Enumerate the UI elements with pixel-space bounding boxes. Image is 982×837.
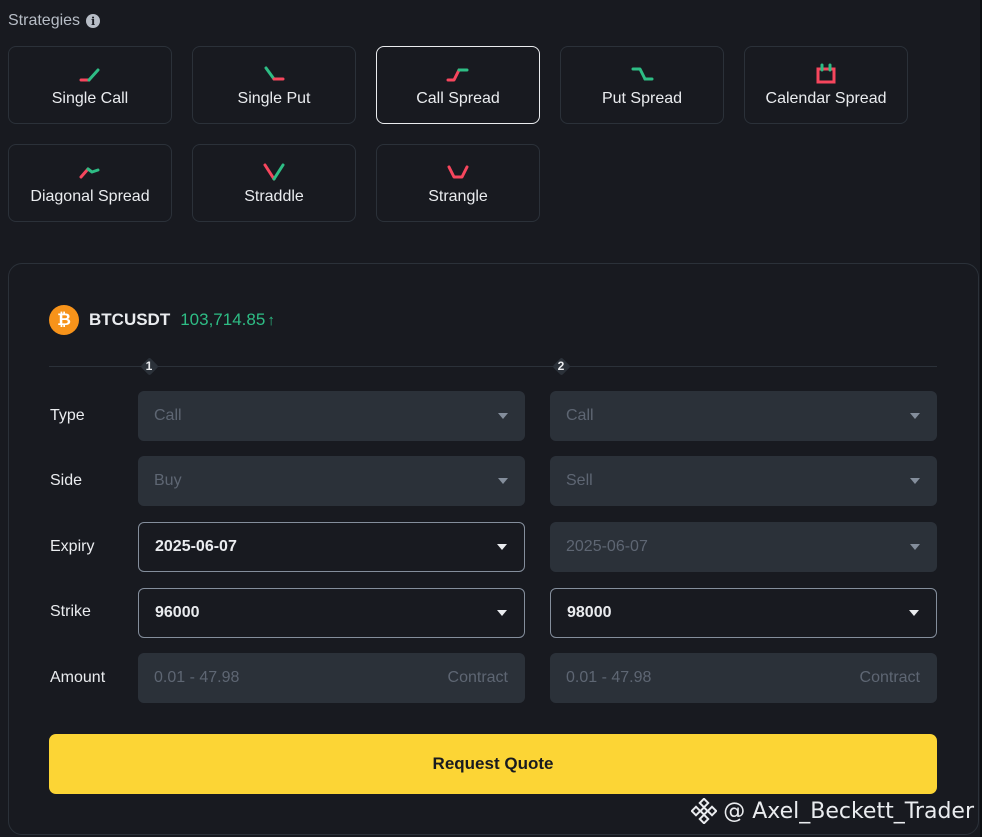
- caret-down-icon: [498, 413, 508, 419]
- binance-logo-icon: [691, 798, 718, 824]
- leg1-strike-select[interactable]: 96000: [138, 588, 525, 638]
- caret-down-icon: [910, 478, 920, 484]
- strategy-label: Diagonal Spread: [30, 188, 150, 205]
- caret-down-icon: [910, 413, 920, 419]
- amount-label: Amount: [50, 669, 106, 686]
- caret-down-icon: [497, 610, 507, 616]
- calendar-spread-icon: [816, 63, 836, 84]
- strategy-calendar-spread[interactable]: Calendar Spread: [744, 46, 908, 124]
- select-value: 96000: [155, 604, 200, 621]
- strategy-diagonal-spread[interactable]: Diagonal Spread: [8, 144, 172, 222]
- strike-label: Strike: [50, 603, 91, 620]
- diagonal-spread-icon: [79, 167, 100, 179]
- strategy-label: Put Spread: [601, 90, 683, 107]
- select-value: 98000: [567, 604, 612, 621]
- strategy-label: Single Put: [237, 90, 311, 107]
- strategy-label: Calendar Spread: [765, 90, 887, 107]
- leg-badge-2: 2: [551, 356, 571, 376]
- strategy-label: Strangle: [428, 188, 488, 205]
- caret-down-icon: [498, 478, 508, 484]
- leg-number: 2: [557, 359, 565, 373]
- leg1-side-select[interactable]: Buy: [138, 456, 525, 506]
- strategy-label: Straddle: [244, 188, 304, 205]
- straddle-icon: [263, 163, 285, 181]
- expiry-label: Expiry: [50, 538, 95, 555]
- pair-symbol: BTCUSDT: [89, 310, 171, 329]
- select-value: Call: [154, 407, 182, 424]
- single-call-icon: [79, 68, 100, 82]
- watermark-text: @ Axel_Beckett_Trader: [723, 798, 974, 824]
- put-spread-icon: [631, 67, 654, 81]
- leg1-amount-input[interactable]: 0.01 - 47.98 Contract: [138, 653, 525, 703]
- select-value: Call: [566, 407, 594, 424]
- strategy-put-spread[interactable]: Put Spread: [560, 46, 724, 124]
- leg2-side-select[interactable]: Sell: [550, 456, 937, 506]
- caret-down-icon: [910, 544, 920, 550]
- strategies-header: Strategies i: [8, 10, 101, 32]
- arrow-up-icon: ↑: [267, 311, 275, 329]
- leg2-type-select[interactable]: Call: [550, 391, 937, 441]
- call-spread-icon: [446, 68, 469, 82]
- amount-unit: Contract: [447, 669, 508, 686]
- leg-number: 1: [145, 359, 153, 373]
- strategy-call-spread[interactable]: Call Spread: [376, 46, 540, 124]
- amount-placeholder: 0.01 - 47.98: [566, 669, 652, 686]
- strategy-single-put[interactable]: Single Put: [192, 46, 356, 124]
- strategy-label: Call Spread: [416, 90, 500, 107]
- single-put-icon: [264, 66, 285, 81]
- strategy-strangle[interactable]: Strangle: [376, 144, 540, 222]
- watermark: @ Axel_Beckett_Trader: [691, 797, 974, 825]
- select-value: Buy: [154, 472, 182, 489]
- caret-down-icon: [909, 610, 919, 616]
- select-value: 2025-06-07: [566, 538, 648, 555]
- leg1-type-select[interactable]: Call: [138, 391, 525, 441]
- pair-price: 103,714.85 ↑: [180, 310, 275, 330]
- leg2-expiry-select[interactable]: 2025-06-07: [550, 522, 937, 572]
- info-icon[interactable]: i: [86, 14, 101, 28]
- type-label: Type: [50, 407, 85, 424]
- leg2-amount-input[interactable]: 0.01 - 47.98 Contract: [550, 653, 937, 703]
- strategies-title: Strategies: [8, 12, 81, 29]
- request-quote-button[interactable]: Request Quote: [49, 734, 937, 794]
- select-value: Sell: [566, 472, 593, 489]
- leg1-expiry-select[interactable]: 2025-06-07: [138, 522, 525, 572]
- amount-unit: Contract: [859, 669, 920, 686]
- strategy-label: Single Call: [51, 90, 129, 107]
- side-label: Side: [50, 472, 83, 489]
- strangle-icon: [447, 165, 469, 179]
- leg2-strike-select[interactable]: 98000: [550, 588, 937, 638]
- amount-placeholder: 0.01 - 47.98: [154, 669, 240, 686]
- leg-badge-1: 1: [139, 356, 159, 376]
- pair-ticker: ₿ BTCUSDT 103,714.85 ↑: [49, 305, 275, 335]
- caret-down-icon: [497, 544, 507, 550]
- legs-divider: [49, 366, 937, 367]
- strategy-straddle[interactable]: Straddle: [192, 144, 356, 222]
- btc-coin-icon: ₿: [49, 305, 79, 335]
- strategy-single-call[interactable]: Single Call: [8, 46, 172, 124]
- select-value: 2025-06-07: [155, 538, 237, 555]
- price-value: 103,714.85: [180, 310, 266, 329]
